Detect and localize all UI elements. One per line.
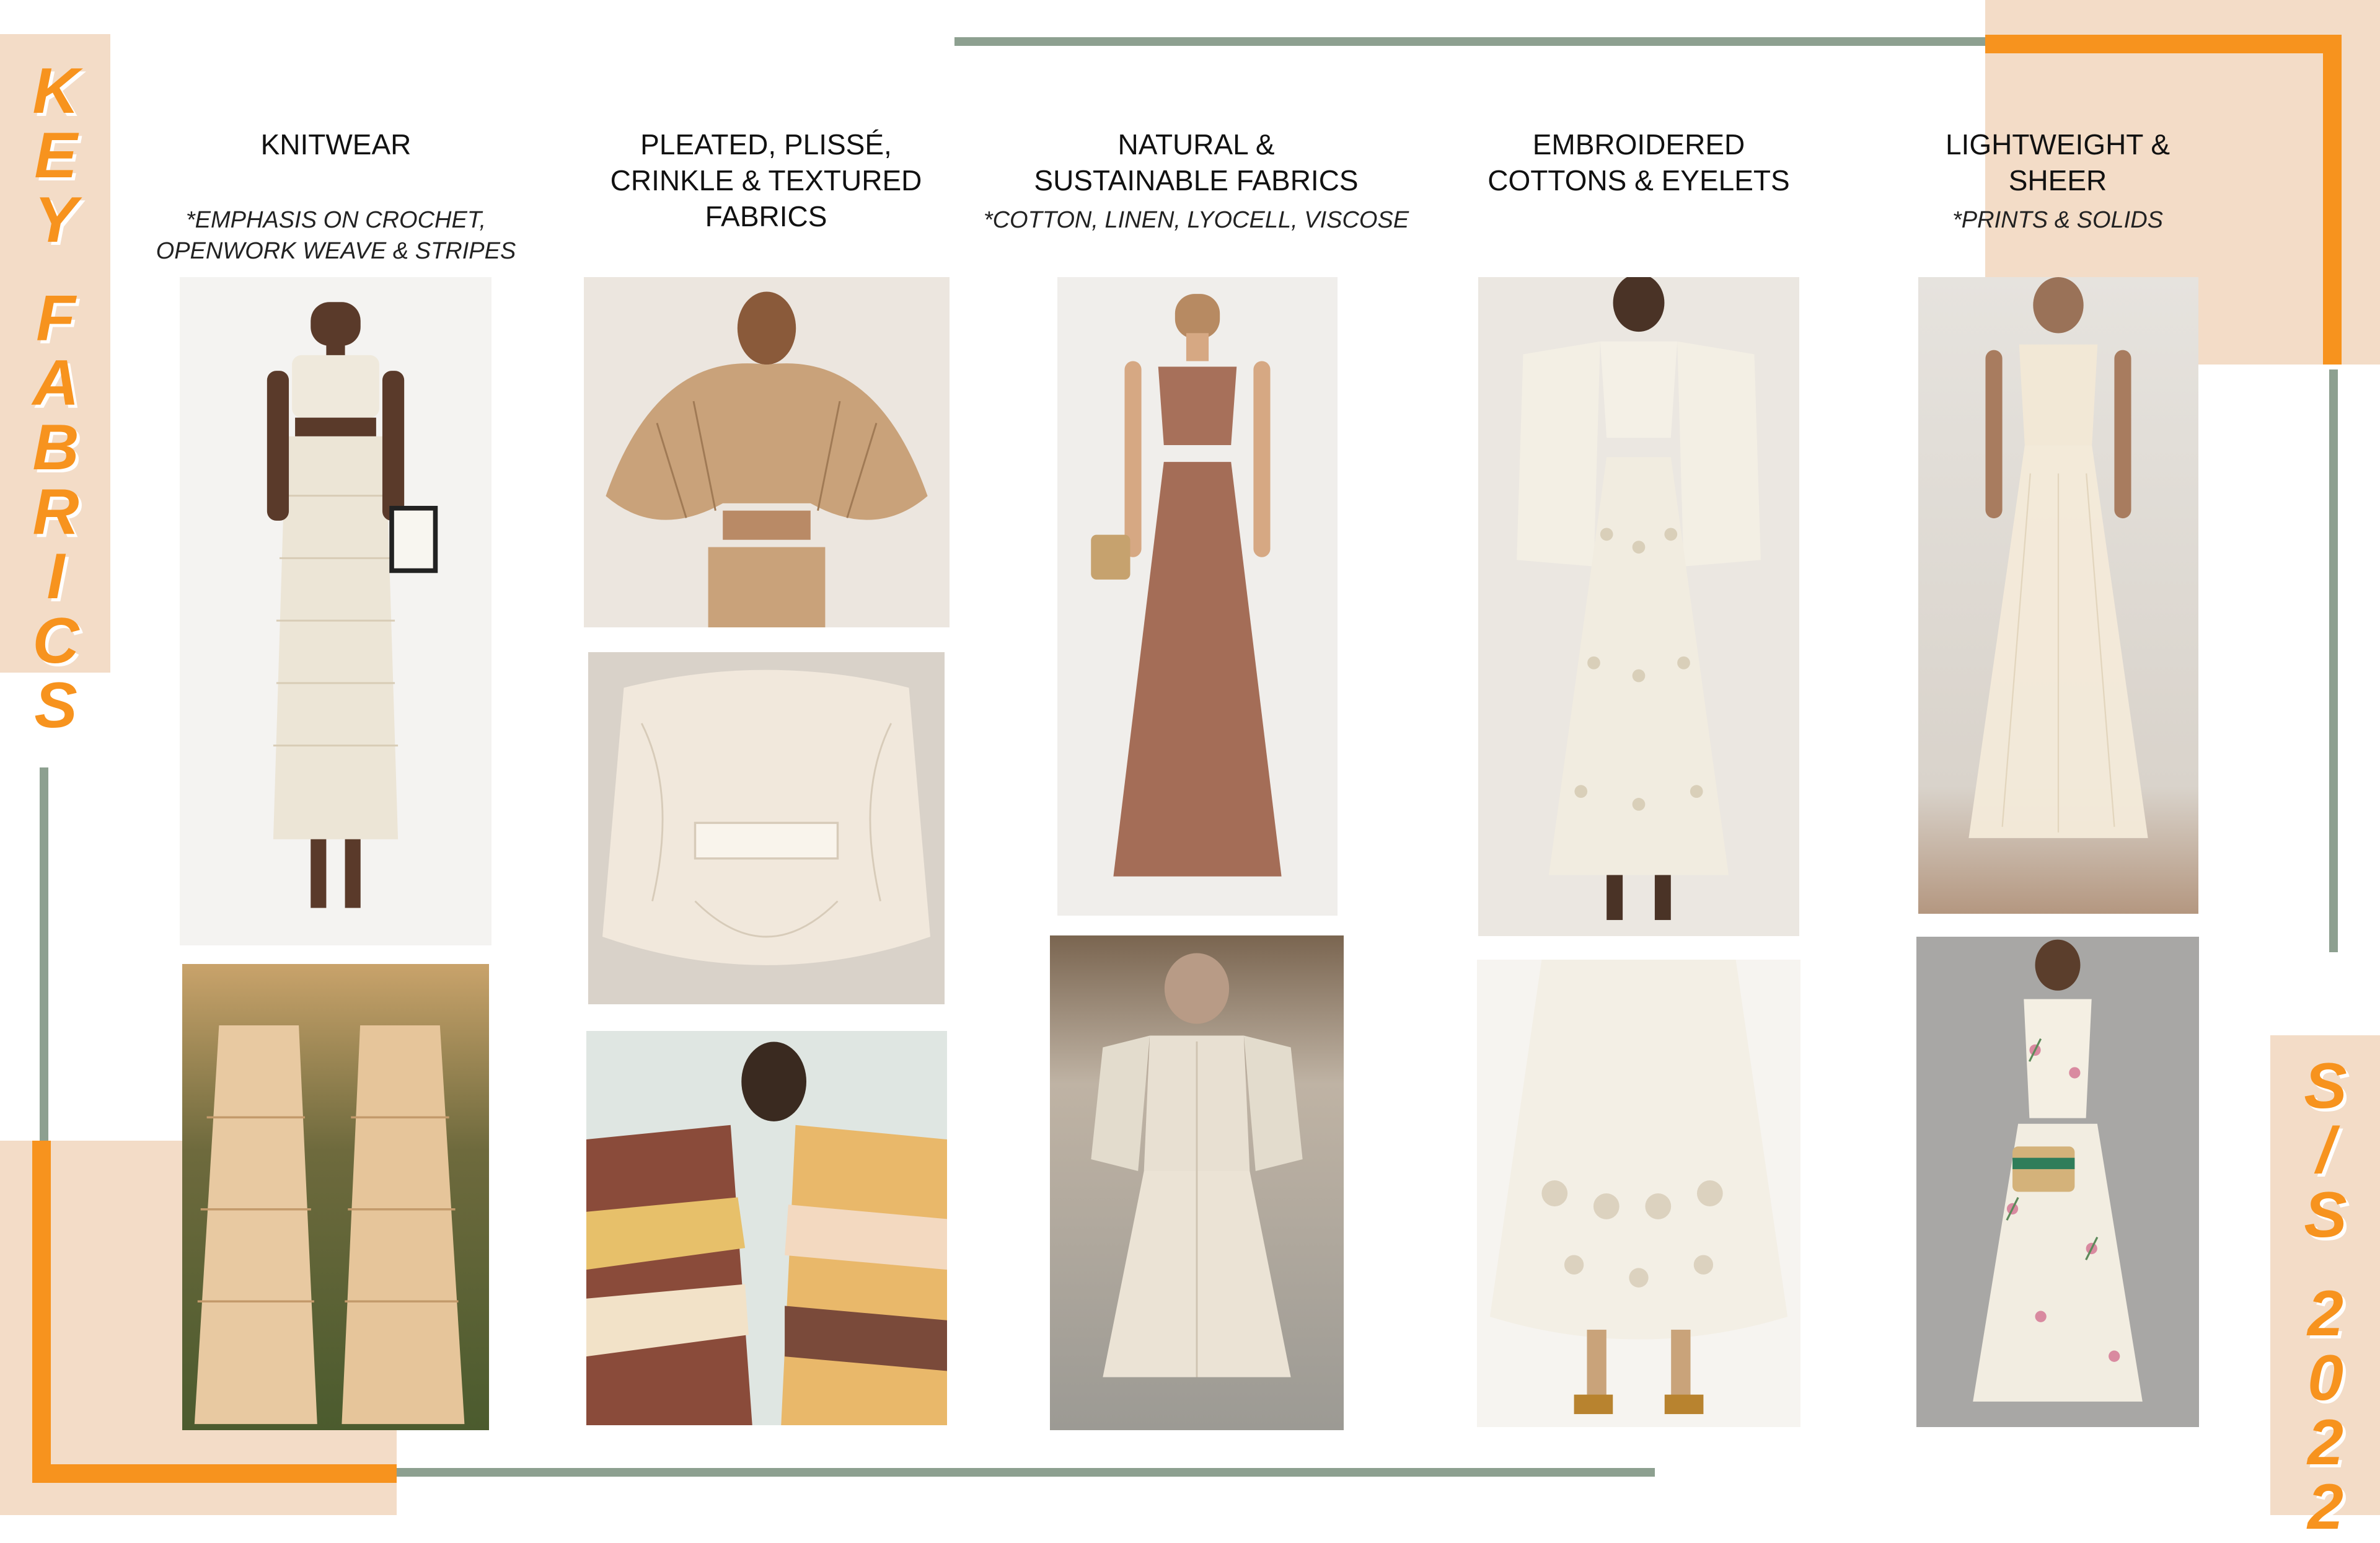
pleated-photo-bottom — [586, 1031, 947, 1425]
label-letter: Y — [34, 184, 77, 256]
label-letter: S — [2304, 1179, 2347, 1251]
right-sage-line — [2329, 369, 2338, 952]
title-line: EMBROIDERED — [1532, 128, 1745, 161]
label-letter: 2 — [2307, 1407, 2343, 1479]
pleated-photo-top — [584, 277, 950, 627]
label-letter: R — [32, 476, 79, 548]
top-right-orange-bar — [1985, 35, 2342, 53]
bottom-left-orange-bar — [32, 1464, 397, 1483]
season-label: S / S 2 0 2 2 — [2282, 1054, 2369, 1539]
subtitle-line: OPENWORK WEAVE & STRIPES — [156, 238, 516, 264]
column-title-embroidered: EMBROIDERED COTTONS & EYELETS — [1453, 126, 1825, 198]
label-letter: I — [46, 541, 65, 612]
pleated-photo-middle — [588, 652, 945, 1004]
lightweight-photo-top — [1918, 277, 2198, 914]
top-sage-line — [954, 37, 1990, 46]
label-letter: 2 — [2307, 1471, 2343, 1543]
natural-photo-top — [1057, 277, 1338, 916]
lightweight-photo-bottom — [1916, 937, 2199, 1427]
label-letter: K — [32, 55, 79, 127]
embroidered-photo-top — [1478, 277, 1799, 936]
column-subtitle-lightweight: *PRINTS & SOLIDS — [1872, 205, 2244, 236]
title-line: FABRICS — [705, 200, 827, 232]
label-letter: A — [32, 347, 79, 419]
title-line: KNITWEAR — [260, 128, 412, 161]
column-subtitle-knitwear: *EMPHASIS ON CROCHET, OPENWORK WEAVE & S… — [150, 205, 522, 267]
subtitle-line: *PRINTS & SOLIDS — [1952, 207, 2163, 233]
natural-photo-bottom — [1050, 935, 1344, 1430]
title-line: CRINKLE & TEXTURED — [610, 164, 922, 197]
label-letter: 2 — [2307, 1278, 2343, 1350]
label-letter: S — [34, 670, 77, 741]
label-letter: 0 — [2307, 1342, 2343, 1414]
label-letter: B — [32, 412, 79, 484]
subtitle-line: *COTTON, LINEN, LYOCELL, VISCOSE — [983, 207, 1409, 233]
title-line: NATURAL & — [1117, 128, 1275, 161]
title-line: SHEER — [2008, 164, 2107, 197]
knitwear-photo-bottom — [182, 964, 489, 1430]
label-letter: E — [34, 120, 77, 192]
column-title-natural: NATURAL & SUSTAINABLE FABRICS — [1010, 126, 1382, 198]
title-line: SUSTAINABLE FABRICS — [1034, 164, 1359, 197]
key-fabrics-label: K E Y F A B R I C S — [12, 59, 99, 738]
column-title-knitwear: KNITWEAR — [150, 126, 522, 162]
left-sage-line — [40, 767, 48, 1147]
title-line: LIGHTWEIGHT & — [1945, 128, 2171, 161]
column-title-pleated: PLEATED, PLISSÉ, CRINKLE & TEXTURED FABR… — [580, 126, 952, 234]
subtitle-line: *EMPHASIS ON CROCHET, — [185, 207, 487, 233]
bottom-sage-line — [390, 1468, 1655, 1477]
label-letter: F — [36, 283, 76, 355]
label-letter: C — [32, 605, 79, 677]
label-letter: S — [2304, 1050, 2347, 1122]
column-subtitle-natural: *COTTON, LINEN, LYOCELL, VISCOSE — [979, 205, 1413, 236]
title-line: COTTONS & EYELETS — [1488, 164, 1790, 197]
embroidered-photo-bottom — [1477, 960, 1800, 1427]
column-title-lightweight: LIGHTWEIGHT & SHEER — [1872, 126, 2244, 198]
bottom-left-orange-vert — [32, 1141, 51, 1483]
top-right-orange-vert — [2323, 35, 2342, 365]
knitwear-photo-top — [180, 277, 491, 945]
label-letter: / — [2316, 1115, 2335, 1187]
title-line: PLEATED, PLISSÉ, — [640, 128, 892, 161]
